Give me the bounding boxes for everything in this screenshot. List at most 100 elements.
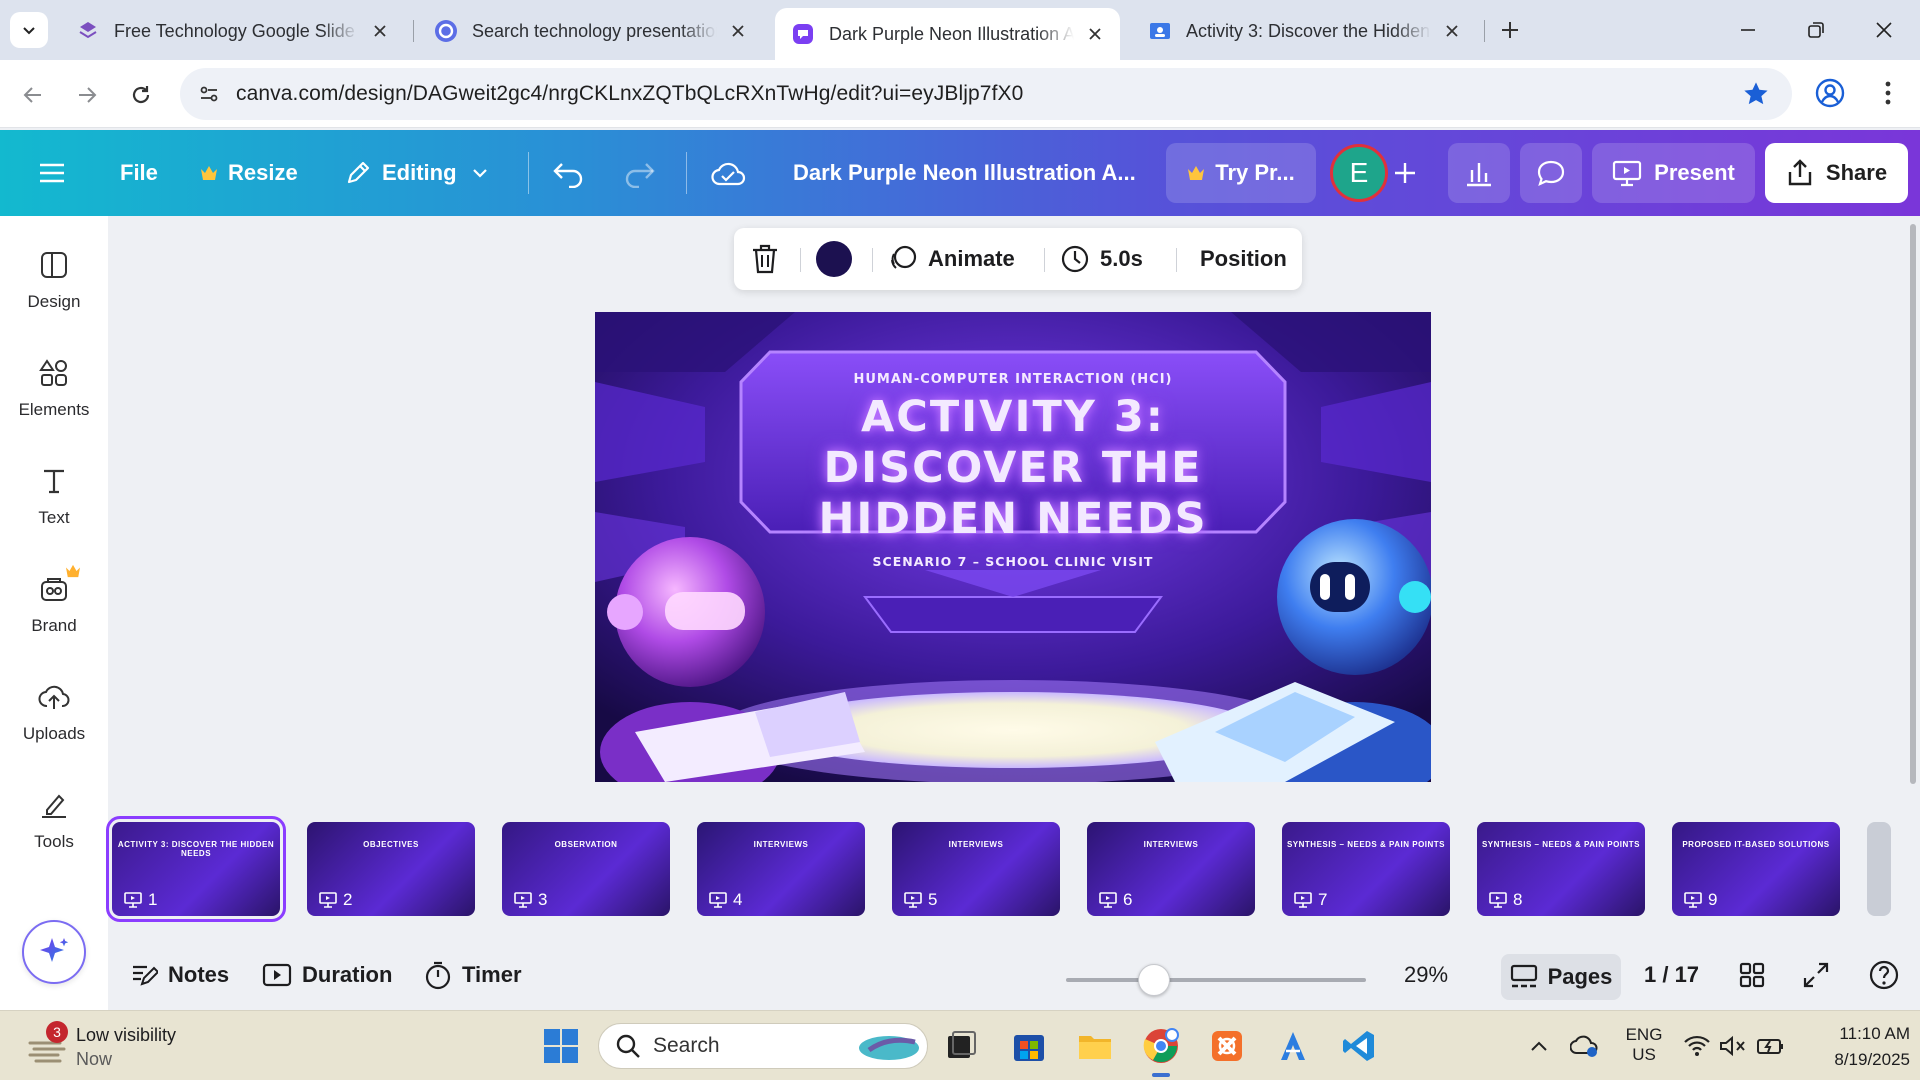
store-app[interactable] bbox=[1008, 1025, 1050, 1067]
page-thumbnail[interactable]: INTERVIEWS 5 bbox=[892, 822, 1060, 916]
xampp-app[interactable] bbox=[1206, 1025, 1248, 1067]
site-info-icon[interactable] bbox=[194, 79, 224, 109]
browser-tab-2[interactable]: Search technology presentation templates bbox=[418, 8, 763, 54]
restore-button[interactable] bbox=[1798, 12, 1834, 48]
duration-footer-button[interactable]: Duration bbox=[262, 940, 392, 1010]
animate-button[interactable]: Animate bbox=[888, 228, 1015, 290]
sidebar-item-design[interactable]: Design bbox=[0, 248, 108, 312]
share-button[interactable]: Share bbox=[1765, 143, 1908, 203]
page-thumbnail[interactable]: INTERVIEWS 6 bbox=[1087, 822, 1255, 916]
tab-search-button[interactable] bbox=[10, 12, 48, 48]
arrow-right-icon bbox=[79, 87, 97, 103]
cloud-sync-icon bbox=[1570, 1035, 1598, 1057]
close-tab-icon[interactable] bbox=[1084, 23, 1106, 45]
page-thumbnail[interactable]: SYNTHESIS – NEEDS & PAIN POINTS 7 bbox=[1282, 822, 1450, 916]
page-thumbnail[interactable]: PROPOSED IT-BASED SOLUTIONS 9 bbox=[1672, 822, 1840, 916]
canva-assistant-button[interactable] bbox=[22, 920, 86, 984]
volume-tray[interactable] bbox=[1712, 1025, 1754, 1067]
slide-kicker[interactable]: HUMAN-COMPUTER INTERACTION (HCI) bbox=[595, 372, 1431, 387]
close-tab-icon[interactable] bbox=[1441, 20, 1463, 42]
slide-canvas[interactable]: HUMAN-COMPUTER INTERACTION (HCI) ACTIVIT… bbox=[595, 312, 1431, 782]
start-button[interactable] bbox=[540, 1025, 582, 1067]
reload-button[interactable] bbox=[124, 78, 158, 112]
profile-icon[interactable] bbox=[1814, 77, 1846, 109]
cloud-saved-status[interactable] bbox=[710, 130, 746, 216]
redo-button[interactable] bbox=[622, 130, 656, 216]
grid-view-button[interactable] bbox=[1738, 940, 1766, 1010]
browser-tab-1[interactable]: Free Technology Google Slide themes bbox=[60, 8, 405, 54]
sidebar-item-uploads[interactable]: Uploads bbox=[0, 680, 108, 744]
forward-button[interactable] bbox=[70, 78, 104, 112]
new-tab-button[interactable] bbox=[1494, 14, 1526, 46]
minimize-button[interactable] bbox=[1730, 12, 1766, 48]
file-explorer-app[interactable] bbox=[1074, 1025, 1116, 1067]
taskbar-search[interactable]: Search bbox=[598, 1023, 928, 1069]
page-thumbnail[interactable]: INTERVIEWS 4 bbox=[697, 822, 865, 916]
present-button[interactable]: Present bbox=[1592, 143, 1755, 203]
language-indicator[interactable]: ENG US bbox=[1620, 1025, 1668, 1065]
zoom-level[interactable]: 29% bbox=[1404, 940, 1448, 1010]
page-thumbnail[interactable]: OBSERVATION 3 bbox=[502, 822, 670, 916]
taskbar-clock[interactable]: 11:10 AM 8/19/2025 bbox=[1796, 1021, 1910, 1073]
slide-subtitle[interactable]: SCENARIO 7 – SCHOOL CLINIC VISIT bbox=[595, 554, 1431, 569]
insights-button[interactable] bbox=[1448, 143, 1510, 203]
position-button[interactable]: Position bbox=[1200, 228, 1287, 290]
browser-tab-3-active[interactable]: Dark Purple Neon Illustration Activity bbox=[775, 8, 1120, 60]
resize-button[interactable]: Resize bbox=[200, 130, 298, 216]
page-thumbnail[interactable]: ACTIVITY 3: DISCOVER THE HIDDEN NEEDS 1 bbox=[106, 816, 286, 922]
vscode-app[interactable] bbox=[1338, 1025, 1380, 1067]
page-thumbnail[interactable]: OBJECTIVES 2 bbox=[307, 822, 475, 916]
show-hidden-icons[interactable] bbox=[1518, 1025, 1560, 1067]
undo-button[interactable] bbox=[552, 130, 586, 216]
invite-button[interactable] bbox=[1392, 130, 1418, 216]
chrome-app[interactable] bbox=[1140, 1025, 1182, 1067]
url-text[interactable]: canva.com/design/DAGweit2gc4/nrgCKLnxZQT… bbox=[236, 82, 1023, 106]
zoom-slider-handle[interactable] bbox=[1138, 964, 1170, 996]
battery-tray[interactable] bbox=[1750, 1025, 1792, 1067]
design-title[interactable]: Dark Purple Neon Illustration A... bbox=[793, 130, 1136, 216]
sidebar-item-tools[interactable]: Tools bbox=[0, 788, 108, 852]
user-avatar[interactable]: E bbox=[1330, 144, 1388, 202]
sidebar-item-brand[interactable]: Brand bbox=[0, 564, 108, 636]
page-thumbnail[interactable]: SYNTHESIS – NEEDS & PAIN POINTS 8 bbox=[1477, 822, 1645, 916]
slide-title[interactable]: ACTIVITY 3: DISCOVER THE HIDDEN NEEDS bbox=[595, 392, 1431, 545]
file-menu[interactable]: File bbox=[120, 130, 158, 216]
page-number-text: 6 bbox=[1123, 890, 1133, 909]
omnibox[interactable]: canva.com/design/DAGweit2gc4/nrgCKLnxZQT… bbox=[180, 68, 1792, 120]
microsoft-store-icon bbox=[1014, 1035, 1044, 1061]
onedrive-tray[interactable] bbox=[1564, 1025, 1606, 1067]
editing-mode-dropdown[interactable]: Editing bbox=[344, 130, 489, 216]
xampp-icon bbox=[1212, 1031, 1242, 1061]
pages-button[interactable]: Pages bbox=[1501, 954, 1621, 1000]
zoom-slider-track[interactable] bbox=[1066, 978, 1366, 982]
clock-date: 8/19/2025 bbox=[1834, 1050, 1910, 1069]
duration-value: 5.0s bbox=[1100, 246, 1143, 271]
back-button[interactable] bbox=[16, 78, 50, 112]
weather-widget[interactable]: 3 Low visibility Now bbox=[24, 1021, 264, 1071]
try-pro-button[interactable]: Try Pr... bbox=[1166, 143, 1316, 203]
page-number: 2 bbox=[319, 890, 352, 910]
timer-button[interactable]: Timer bbox=[424, 940, 522, 1010]
page-thumbnail-partial[interactable] bbox=[1867, 822, 1891, 916]
bookmark-star-icon[interactable] bbox=[1742, 80, 1770, 108]
close-tab-icon[interactable] bbox=[369, 20, 391, 42]
browser-tab-4[interactable]: Activity 3: Discover the Hidden Needs bbox=[1132, 8, 1477, 54]
vertical-scrollbar[interactable] bbox=[1910, 224, 1916, 784]
main-menu-button[interactable] bbox=[38, 130, 66, 216]
comments-button[interactable] bbox=[1520, 143, 1582, 203]
task-view-button[interactable] bbox=[940, 1025, 982, 1067]
browser-menu-icon[interactable] bbox=[1872, 77, 1904, 109]
duration-button[interactable]: 5.0s bbox=[1060, 228, 1143, 290]
app-launcher[interactable] bbox=[1272, 1025, 1314, 1067]
fullscreen-button[interactable] bbox=[1802, 940, 1830, 1010]
sidebar-item-text[interactable]: Text bbox=[0, 464, 108, 528]
crown-icon bbox=[200, 165, 218, 181]
close-window-button[interactable] bbox=[1866, 12, 1902, 48]
sidebar-item-elements[interactable]: Elements bbox=[0, 356, 108, 420]
close-tab-icon[interactable] bbox=[727, 20, 749, 42]
delete-button[interactable] bbox=[750, 228, 780, 290]
help-button[interactable] bbox=[1868, 940, 1900, 1010]
notes-button[interactable]: Notes bbox=[130, 940, 229, 1010]
color-picker-button[interactable] bbox=[816, 228, 852, 290]
sidebar-item-label: Design bbox=[27, 292, 81, 311]
